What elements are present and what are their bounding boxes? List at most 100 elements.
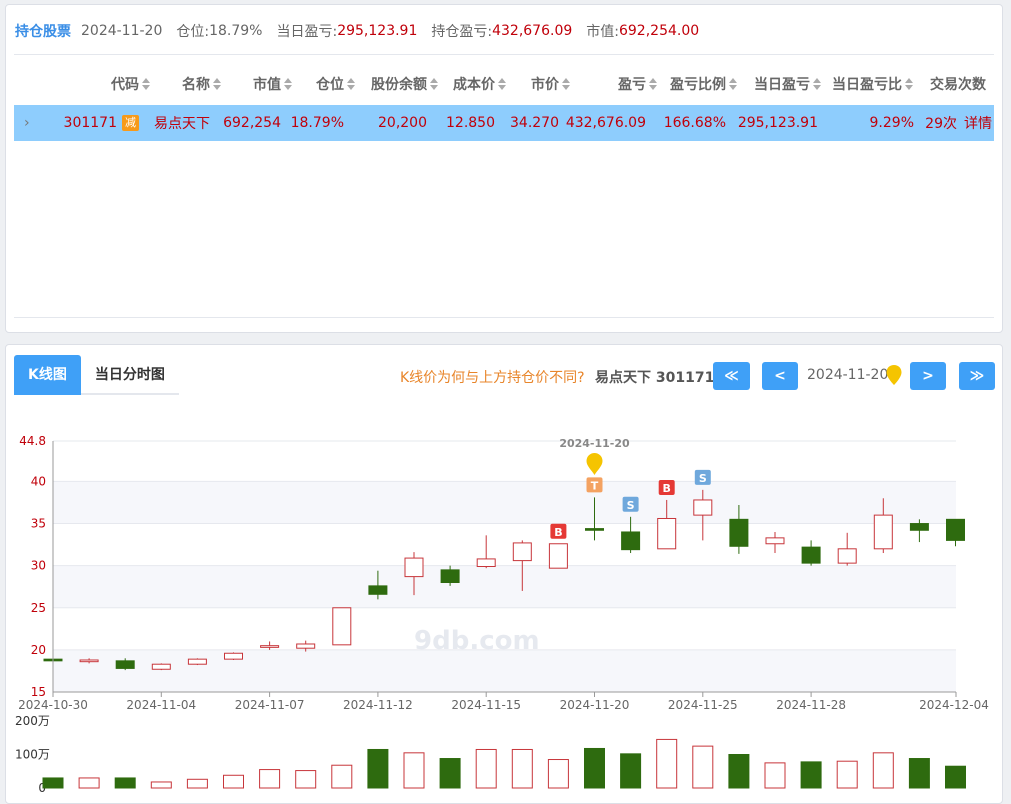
table-bottom-divider — [14, 317, 994, 318]
sort-icon[interactable] — [284, 78, 293, 90]
hold-pl-value: 432,676.09 — [492, 23, 573, 39]
trade-mark-label: T — [591, 479, 599, 492]
y-tick-label: 25 — [31, 601, 46, 615]
col-pl-ratio[interactable]: 盈亏比例 — [670, 71, 738, 97]
candle-body — [548, 543, 568, 569]
candle-body — [621, 531, 641, 551]
candle-body — [693, 499, 713, 516]
market-value-label: 市值: — [586, 24, 619, 40]
candle-body — [765, 537, 785, 545]
candle-body — [837, 548, 857, 564]
sort-icon[interactable] — [562, 78, 571, 90]
row-daily-pl: 295,123.91 — [737, 115, 818, 131]
volume-bar — [692, 745, 714, 789]
row-code: 301171 减 — [64, 105, 139, 141]
candle-body — [368, 585, 388, 595]
volume-bar — [259, 769, 281, 789]
candle-body — [946, 518, 965, 541]
y-tick-label: 30 — [31, 559, 46, 573]
volume-bar — [150, 781, 172, 789]
col-daily-pl[interactable]: 当日盈亏 — [754, 71, 822, 97]
trade-mark-label: B — [663, 482, 671, 495]
volume-bar — [475, 748, 497, 789]
volume-bar — [186, 778, 208, 789]
grid-band — [53, 649, 956, 692]
col-cost[interactable]: 成本价 — [453, 71, 507, 97]
volume-bar — [836, 760, 858, 789]
sort-icon[interactable] — [498, 78, 507, 90]
sort-icon[interactable] — [347, 78, 356, 90]
volume-bars: 200万100万0 — [15, 714, 966, 795]
row-name: 易点天下 — [154, 116, 210, 132]
col-daily-pl-ratio[interactable]: 当日盈亏比 — [832, 71, 914, 97]
volume-bar — [764, 762, 786, 789]
volume-y-label: 100万 — [15, 748, 50, 762]
volume-bar — [547, 759, 569, 789]
volume-bar — [78, 777, 100, 789]
candle-body — [440, 569, 460, 584]
y-tick-label: 35 — [31, 517, 46, 531]
col-name[interactable]: 名称 — [182, 71, 222, 97]
x-tick-label: 2024-11-25 — [668, 698, 738, 712]
daily-pl-value: 295,123.91 — [337, 23, 418, 39]
x-tick-label: 2024-11-04 — [126, 698, 196, 712]
col-trades: 交易次数 — [930, 77, 986, 93]
volume-bar — [945, 765, 966, 789]
x-tick-label: 2024-11-07 — [235, 698, 305, 712]
col-position[interactable]: 仓位 — [316, 71, 356, 97]
col-code[interactable]: 代码 — [111, 71, 151, 97]
daily-pl-label: 当日盈亏: — [276, 24, 338, 40]
candle-body — [657, 517, 677, 550]
volume-bar — [42, 777, 64, 789]
candle-body — [260, 645, 280, 648]
x-tick-label: 2024-11-12 — [343, 698, 413, 712]
y-tick-label: 15 — [31, 685, 46, 699]
sort-icon[interactable] — [649, 78, 658, 90]
volume-bar — [367, 748, 389, 789]
grid-band — [53, 565, 956, 608]
sort-icon[interactable] — [430, 78, 439, 90]
volume-bar — [403, 752, 425, 789]
sort-icon[interactable] — [213, 78, 222, 90]
col-pl[interactable]: 盈亏 — [618, 71, 658, 97]
hold-pl-label: 持仓盈亏: — [431, 24, 493, 40]
candle-body — [873, 514, 893, 550]
detail-link[interactable]: 详情 — [964, 105, 992, 141]
watermark-text: 9db.com — [414, 626, 540, 656]
holdings-summary: 持仓股票 2024-11-20 仓位: 18.79% 当日盈亏: 295,123… — [15, 21, 699, 41]
chevron-right-icon[interactable]: › — [24, 115, 32, 131]
x-tick-label: 2024-12-04 — [919, 698, 989, 712]
volume-bar — [908, 758, 930, 789]
candle-body — [476, 558, 496, 568]
candle-body — [187, 658, 207, 665]
y-tick-label: 20 — [31, 643, 46, 657]
candle-body — [585, 528, 604, 531]
row-trades: 29次 — [925, 116, 957, 132]
x-tick-label: 2024-10-30 — [18, 698, 88, 712]
volume-bar — [439, 758, 461, 789]
kline-chart[interactable]: 9db.com 2024-11-20 B T S B S 44.8 40 35 30 25 20 15… — [6, 345, 1003, 804]
reduce-badge: 减 — [122, 115, 139, 131]
sort-icon[interactable] — [813, 78, 822, 90]
sort-icon[interactable] — [142, 78, 151, 90]
candle-body — [801, 546, 821, 564]
position-label: 仓位: — [176, 24, 210, 40]
holdings-title: 持仓股票 — [15, 24, 71, 40]
row-pl-ratio: 166.68% — [663, 115, 726, 131]
col-price[interactable]: 市价 — [531, 71, 571, 97]
candle-body — [729, 518, 749, 547]
col-shares[interactable]: 股份余额 — [371, 71, 439, 97]
current-date-pin-icon — [586, 453, 603, 475]
holdings-table-header: 代码 名称 市值 仓位 股份余额 成本价 市价 盈亏 盈亏比例 当日盈亏 当日盈… — [14, 71, 994, 97]
y-tick-label: 40 — [31, 474, 46, 488]
holding-row[interactable]: › 301171 减 易点天下 692,254 18.79% 20,200 12.… — [14, 105, 994, 141]
volume-bar — [872, 752, 894, 789]
sort-icon[interactable] — [729, 78, 738, 90]
row-market-value: 692,254 — [223, 115, 281, 131]
volume-bar — [295, 770, 317, 789]
sort-icon[interactable] — [905, 78, 914, 90]
summary-divider — [14, 54, 994, 55]
volume-bar — [331, 764, 353, 789]
col-market-value[interactable]: 市值 — [253, 71, 293, 97]
holdings-date: 2024-11-20 — [81, 23, 163, 39]
